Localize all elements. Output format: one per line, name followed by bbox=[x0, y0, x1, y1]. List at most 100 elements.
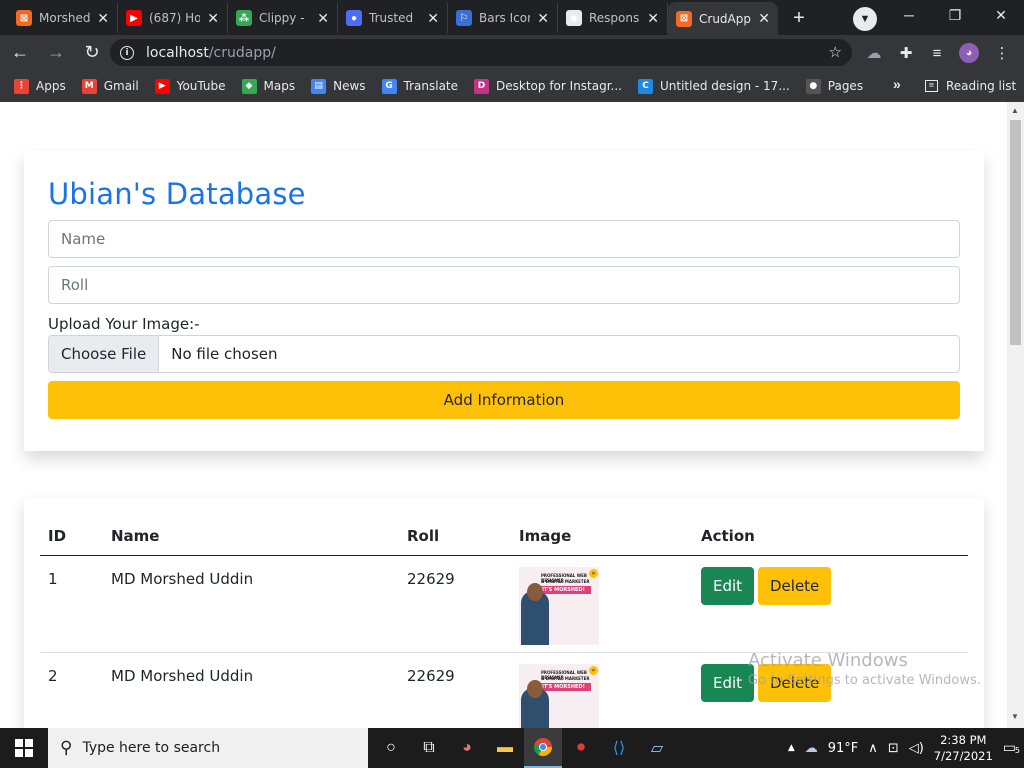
tab-title: Bars Icon bbox=[479, 11, 531, 25]
bookmark-icon: D bbox=[474, 78, 490, 94]
browser-tab[interactable]: ◉ Respons ✕ bbox=[558, 3, 668, 33]
tab-search-icon[interactable]: ▼ bbox=[853, 7, 877, 31]
cell-roll: 22629 bbox=[407, 667, 455, 685]
cell-id: 2 bbox=[48, 667, 58, 685]
records-table: ID Name Roll Image Action 1 MD Morshed Ud… bbox=[40, 520, 968, 728]
tab-close-icon[interactable]: ✕ bbox=[427, 10, 439, 27]
bookmark-label: Translate bbox=[403, 79, 459, 93]
scroll-up-icon[interactable]: ▲ bbox=[1011, 106, 1019, 115]
choose-file-button[interactable]: Choose File bbox=[49, 336, 160, 372]
bookmark-item[interactable]: ▤ News bbox=[311, 78, 366, 94]
cortana-icon[interactable]: ○ bbox=[372, 728, 410, 768]
reload-icon[interactable]: ↻ bbox=[76, 37, 108, 69]
header-name: Name bbox=[111, 527, 160, 545]
tab-favicon-icon: ◉ bbox=[566, 10, 582, 26]
add-information-button[interactable]: Add Information bbox=[48, 381, 960, 419]
browser-tab[interactable]: ⚐ Bars Icon ✕ bbox=[448, 3, 558, 33]
scrollbar-thumb[interactable] bbox=[1010, 120, 1021, 345]
page-scrollbar[interactable]: ▲ ▼ bbox=[1007, 102, 1024, 728]
thumb-line3: IT'S MORSHED! bbox=[541, 683, 591, 691]
thumb-badge-icon: » bbox=[589, 666, 598, 675]
bookmark-icon: ⋮ bbox=[14, 78, 29, 94]
cell-roll: 22629 bbox=[407, 570, 455, 588]
bookmark-icon: C bbox=[638, 78, 653, 94]
network-icon[interactable]: ⊡ bbox=[888, 741, 899, 756]
recorder-app-icon[interactable]: ⏺ bbox=[562, 728, 600, 768]
bookmark-label: Apps bbox=[36, 79, 66, 93]
tab-title: (687) Ho bbox=[149, 11, 201, 25]
info-icon[interactable]: i bbox=[120, 45, 134, 60]
tab-close-icon[interactable]: ✕ bbox=[647, 10, 659, 27]
bookmark-item[interactable]: C Untitled design - 17... bbox=[638, 78, 790, 94]
file-input[interactable]: Choose File No file chosen bbox=[48, 335, 960, 373]
thumb-line2: & DIGITAL MARKETER bbox=[541, 676, 590, 681]
delete-button[interactable]: Delete bbox=[758, 567, 832, 605]
vscode-app-icon[interactable]: ⟨⟩ bbox=[600, 728, 638, 768]
edit-button[interactable]: Edit bbox=[701, 567, 755, 605]
bookmark-item[interactable]: D Desktop for Instagr... bbox=[474, 78, 622, 94]
new-tab-button[interactable]: + bbox=[786, 5, 812, 31]
bookmark-item[interactable]: ◆ Maps bbox=[241, 78, 295, 94]
bookmark-item[interactable]: ⋮ Apps bbox=[14, 78, 66, 94]
tab-close-icon[interactable]: ✕ bbox=[537, 10, 549, 27]
chrome-app-icon[interactable] bbox=[524, 728, 562, 768]
tab-close-icon[interactable]: ✕ bbox=[758, 10, 770, 27]
reading-list-button[interactable]: ≡ Reading list bbox=[925, 70, 1016, 102]
browser-tab[interactable]: ● Trusted ✕ bbox=[338, 3, 448, 33]
header-action: Action bbox=[701, 527, 755, 545]
forward-icon[interactable]: → bbox=[40, 37, 72, 69]
table-header: ID Name Roll Image Action bbox=[40, 520, 968, 556]
tab-favicon-icon: ⚐ bbox=[456, 10, 472, 26]
bookmark-star-icon[interactable]: ☆ bbox=[829, 43, 842, 61]
bookmark-item[interactable]: M Gmail bbox=[81, 78, 139, 94]
cloud-icon[interactable]: ☁ bbox=[864, 43, 884, 63]
bookmarks-bar: ⋮ Apps M Gmail ▶ YouTube ◆ Maps ▤ News G Translate D… bbox=[0, 70, 1024, 102]
browser-tab[interactable]: ▶ (687) Ho ✕ bbox=[118, 3, 228, 33]
taskbar-clock[interactable]: 2:38 PM 7/27/2021 bbox=[934, 732, 993, 764]
weather-temp[interactable]: 91°F bbox=[828, 741, 859, 756]
thumb-line2: & DIGITAL MARKETER bbox=[541, 579, 590, 584]
tab-close-icon[interactable]: ✕ bbox=[207, 10, 219, 27]
browser-tab[interactable]: ⁂ Clippy - ✕ bbox=[228, 3, 338, 33]
start-button[interactable] bbox=[0, 728, 48, 768]
minimize-icon[interactable]: ─ bbox=[886, 0, 932, 30]
bookmark-item[interactable]: G Translate bbox=[381, 78, 459, 94]
address-bar[interactable]: i localhost/crudapp/ ☆ bbox=[110, 39, 852, 66]
paint-app-icon[interactable]: ◕ bbox=[448, 728, 486, 768]
profile-avatar[interactable]: ◕ bbox=[959, 43, 979, 63]
notepad-app-icon[interactable]: ▱ bbox=[638, 728, 676, 768]
page-viewport: Ubian's Database Name Roll Upload Your I… bbox=[0, 102, 1007, 728]
browser-tab[interactable]: ⊠ Morshed ✕ bbox=[8, 3, 118, 33]
taskbar-search[interactable]: ⚲ Type here to search bbox=[48, 728, 368, 768]
file-status: No file chosen bbox=[171, 345, 278, 363]
extensions-icon[interactable]: ✚ bbox=[896, 43, 916, 63]
tray-overflow-icon[interactable]: ▲ bbox=[788, 743, 795, 753]
close-window-icon[interactable]: ✕ bbox=[978, 0, 1024, 30]
bookmark-item[interactable]: ● Pages bbox=[805, 78, 863, 94]
roll-input[interactable]: Roll bbox=[48, 266, 960, 304]
delete-button[interactable]: Delete bbox=[758, 664, 832, 702]
menu-icon[interactable]: ⋮ bbox=[992, 43, 1012, 63]
chevron-up-icon[interactable]: ∧ bbox=[868, 741, 878, 756]
tab-title: CrudApp bbox=[699, 11, 751, 26]
notification-icon[interactable]: ▭ 5 bbox=[1003, 740, 1020, 756]
tab-close-icon[interactable]: ✕ bbox=[317, 10, 329, 27]
volume-icon[interactable]: ◁) bbox=[909, 741, 924, 756]
name-input[interactable]: Name bbox=[48, 220, 960, 258]
bookmark-item[interactable]: ▶ YouTube bbox=[154, 78, 226, 94]
weather-icon[interactable]: ☁ bbox=[805, 741, 818, 756]
windows-logo-icon bbox=[15, 739, 33, 757]
media-control-icon[interactable]: ≡ bbox=[927, 43, 947, 63]
bookmarks-overflow-icon[interactable]: » bbox=[893, 76, 901, 92]
back-icon[interactable]: ← bbox=[4, 37, 36, 69]
maximize-icon[interactable]: ❐ bbox=[932, 0, 978, 30]
tab-close-icon[interactable]: ✕ bbox=[97, 10, 109, 27]
tab-title: Respons bbox=[589, 11, 640, 25]
file-explorer-icon[interactable]: ▬ bbox=[486, 728, 524, 768]
task-view-icon[interactable]: ⧉ bbox=[410, 728, 448, 768]
edit-button[interactable]: Edit bbox=[701, 664, 755, 702]
scroll-down-icon[interactable]: ▼ bbox=[1011, 712, 1019, 721]
thumb-line3: IT'S MORSHED! bbox=[541, 586, 591, 594]
browser-tab[interactable]: ⊠ CrudApp ✕ bbox=[668, 2, 778, 35]
thumb-badge-icon: » bbox=[589, 569, 598, 578]
